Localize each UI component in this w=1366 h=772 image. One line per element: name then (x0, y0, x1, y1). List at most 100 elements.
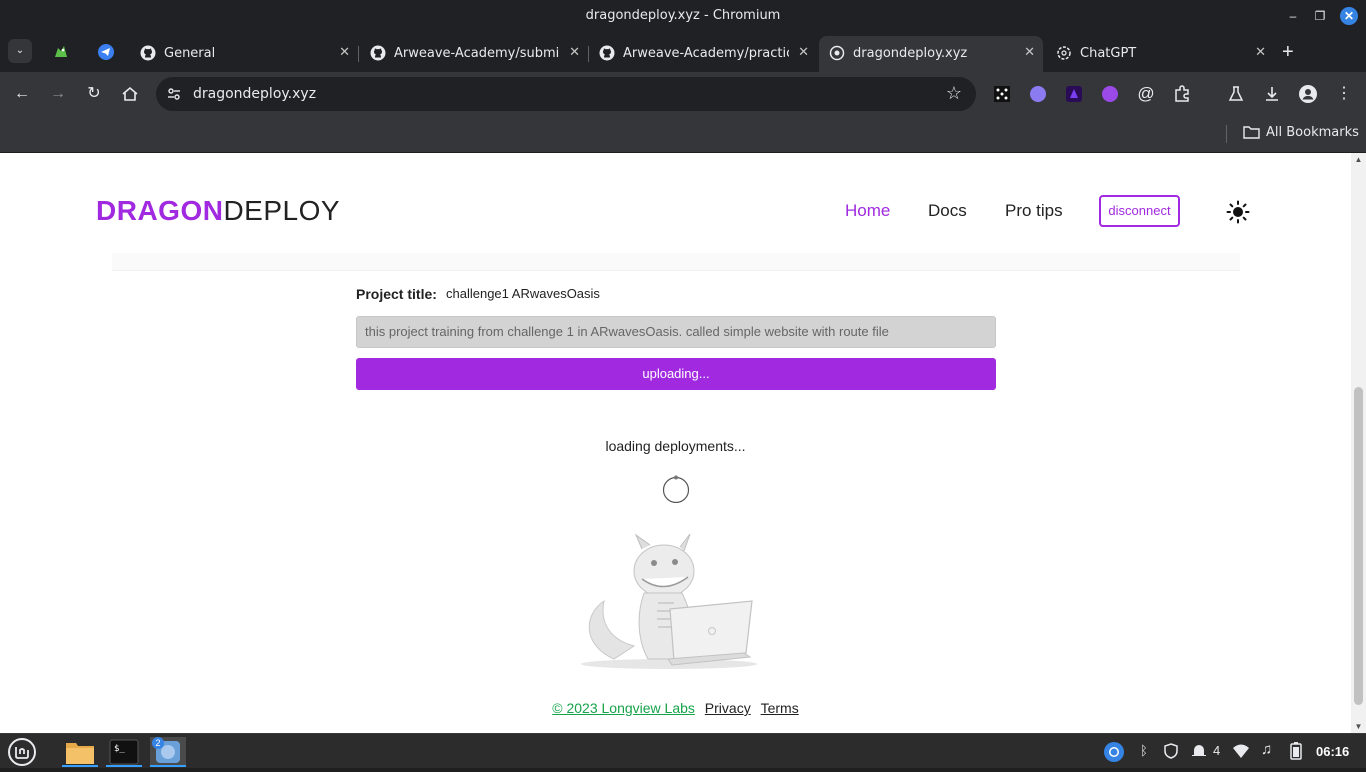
project-description-field[interactable]: this project training from challenge 1 i… (356, 316, 996, 348)
globe-icon (829, 45, 845, 61)
close-window-button[interactable]: ✕ (1340, 7, 1358, 25)
address-bar[interactable]: dragondeploy.xyz ☆ (156, 77, 976, 111)
window-count-badge: 2 (152, 737, 164, 749)
sun-theme-toggle-icon[interactable] (1226, 200, 1250, 224)
tab-strip: ⌄ General ✕ Arweave-Academy/submiss ✕ Ar… (0, 32, 1366, 72)
extension-cat-icon[interactable] (1102, 86, 1118, 102)
logo-deploy-text: DEPLOY (223, 195, 341, 226)
chrome-tray-icon[interactable] (1103, 741, 1125, 763)
forward-icon[interactable]: → (48, 84, 68, 104)
tab-close-icon[interactable]: ✕ (798, 45, 809, 60)
wifi-icon[interactable] (1232, 743, 1250, 759)
nav-pro-tips-link[interactable]: Pro tips (1005, 201, 1063, 221)
profile-avatar-icon[interactable] (1298, 84, 1318, 104)
disconnect-button[interactable]: disconnect (1099, 195, 1180, 227)
page-footer: © 2023 Longview Labs Privacy Terms (0, 700, 1351, 716)
tab-chatgpt[interactable]: ChatGPT ✕ (1046, 36, 1274, 72)
site-info-icon[interactable] (166, 86, 182, 102)
tab-general[interactable]: General ✕ (130, 36, 358, 72)
tab-label: Arweave-Academy/practice (623, 46, 789, 61)
nav-docs-link[interactable]: Docs (928, 201, 967, 221)
upload-button[interactable]: uploading... (356, 358, 996, 390)
tab-dragondeploy[interactable]: dragondeploy.xyz ✕ (819, 36, 1043, 72)
tab-search-button[interactable]: ⌄ (8, 39, 32, 63)
folder-icon (66, 743, 94, 764)
terminal-icon: $_ (109, 739, 139, 765)
battery-icon[interactable] (1290, 742, 1302, 760)
active-indicator (150, 765, 186, 767)
os-taskbar: $_ 2 ᛒ 4 ♫ 06:16 (0, 733, 1366, 768)
tab-close-icon[interactable]: ✕ (569, 45, 580, 60)
tab-arweave-practice[interactable]: Arweave-Academy/practice ✕ (589, 36, 817, 72)
clock: 06:16 (1316, 744, 1350, 759)
bookmarks-bar: All Bookmarks (0, 116, 1366, 153)
active-indicator (62, 765, 98, 767)
tab-label: General (164, 46, 216, 61)
tab-label: ChatGPT (1080, 46, 1137, 61)
labs-flask-icon[interactable] (1226, 84, 1246, 104)
page-scrollbar[interactable]: ▲ ▼ (1351, 153, 1366, 733)
tab-close-icon[interactable]: ✕ (339, 45, 350, 60)
window-titlebar: dragondeploy.xyz - Chromium – ❐ ✕ (0, 0, 1366, 32)
openai-icon (1057, 46, 1071, 60)
extension-dice-icon[interactable] (994, 86, 1010, 102)
bookmark-star-icon[interactable]: ☆ (946, 83, 962, 104)
new-tab-button[interactable]: + (1282, 41, 1294, 64)
taskbar-chromium[interactable]: 2 (150, 737, 186, 767)
notification-count: 4 (1213, 743, 1221, 758)
maximize-button[interactable]: ❐ (1311, 7, 1329, 25)
reload-icon[interactable]: ↻ (84, 84, 104, 104)
tab-close-icon[interactable]: ✕ (1255, 45, 1266, 60)
extension-ghost-icon[interactable] (1030, 86, 1046, 102)
minimize-button[interactable]: – (1284, 7, 1302, 25)
download-icon[interactable] (1262, 84, 1282, 104)
pinned-tab-dragon-icon[interactable] (52, 43, 70, 61)
github-icon (140, 45, 156, 61)
active-indicator (106, 765, 142, 767)
nav-home-link[interactable]: Home (845, 201, 890, 221)
extensions-puzzle-icon[interactable] (1172, 84, 1192, 104)
shield-icon[interactable] (1163, 743, 1179, 759)
pinned-tab-telegram-icon[interactable] (97, 43, 115, 61)
tab-label: dragondeploy.xyz (853, 46, 968, 61)
scroll-down-arrow-icon[interactable]: ▼ (1354, 722, 1363, 731)
mint-menu-icon[interactable] (6, 737, 38, 767)
scroll-up-arrow-icon[interactable]: ▲ (1354, 155, 1363, 164)
extension-wallet-icon[interactable] (1066, 86, 1082, 102)
dragon-laptop-illustration (581, 533, 757, 669)
privacy-link[interactable]: Privacy (705, 700, 751, 716)
tab-arweave-submissions[interactable]: Arweave-Academy/submiss ✕ (360, 36, 588, 72)
svg-text:$_: $_ (114, 744, 125, 754)
window-title: dragondeploy.xyz - Chromium (585, 8, 781, 23)
url-text: dragondeploy.xyz (193, 86, 317, 102)
deployments-loading-text: loading deployments... (605, 438, 746, 454)
header-divider (112, 253, 1240, 271)
home-icon[interactable] (120, 84, 140, 104)
extension-threads-icon[interactable]: @ (1136, 84, 1156, 104)
github-icon (599, 45, 615, 61)
tab-label: Arweave-Academy/submiss (394, 46, 560, 61)
all-bookmarks-button[interactable]: All Bookmarks (1243, 125, 1359, 140)
github-icon (370, 45, 386, 61)
scrollbar-thumb[interactable] (1354, 387, 1363, 705)
logo-dragon-text: DRAGON (96, 195, 224, 226)
tab-divider (358, 46, 359, 62)
browser-toolbar: ← → ↻ dragondeploy.xyz ☆ @ ⋮ (0, 72, 1366, 116)
taskbar-terminal[interactable]: $_ (106, 737, 142, 767)
terms-link[interactable]: Terms (761, 700, 799, 716)
loading-spinner-icon (662, 475, 690, 503)
bookmarks-divider (1226, 125, 1227, 143)
project-title-label: Project title: (356, 286, 437, 302)
notifications-icon[interactable] (1190, 743, 1208, 759)
menu-kebab-icon[interactable]: ⋮ (1334, 84, 1354, 104)
project-title-value: challenge1 ARwavesOasis (446, 286, 600, 301)
back-icon[interactable]: ← (12, 84, 32, 104)
sound-icon[interactable]: ♫ (1261, 741, 1272, 758)
all-bookmarks-label: All Bookmarks (1266, 125, 1359, 140)
copyright-link[interactable]: © 2023 Longview Labs (552, 700, 695, 716)
tab-close-icon[interactable]: ✕ (1024, 45, 1035, 60)
page-viewport: DRAGONDEPLOY Home Docs Pro tips disconne… (0, 153, 1366, 733)
taskbar-files[interactable] (62, 737, 98, 767)
site-logo[interactable]: DRAGONDEPLOY (96, 195, 340, 227)
bluetooth-icon[interactable]: ᛒ (1140, 743, 1148, 758)
